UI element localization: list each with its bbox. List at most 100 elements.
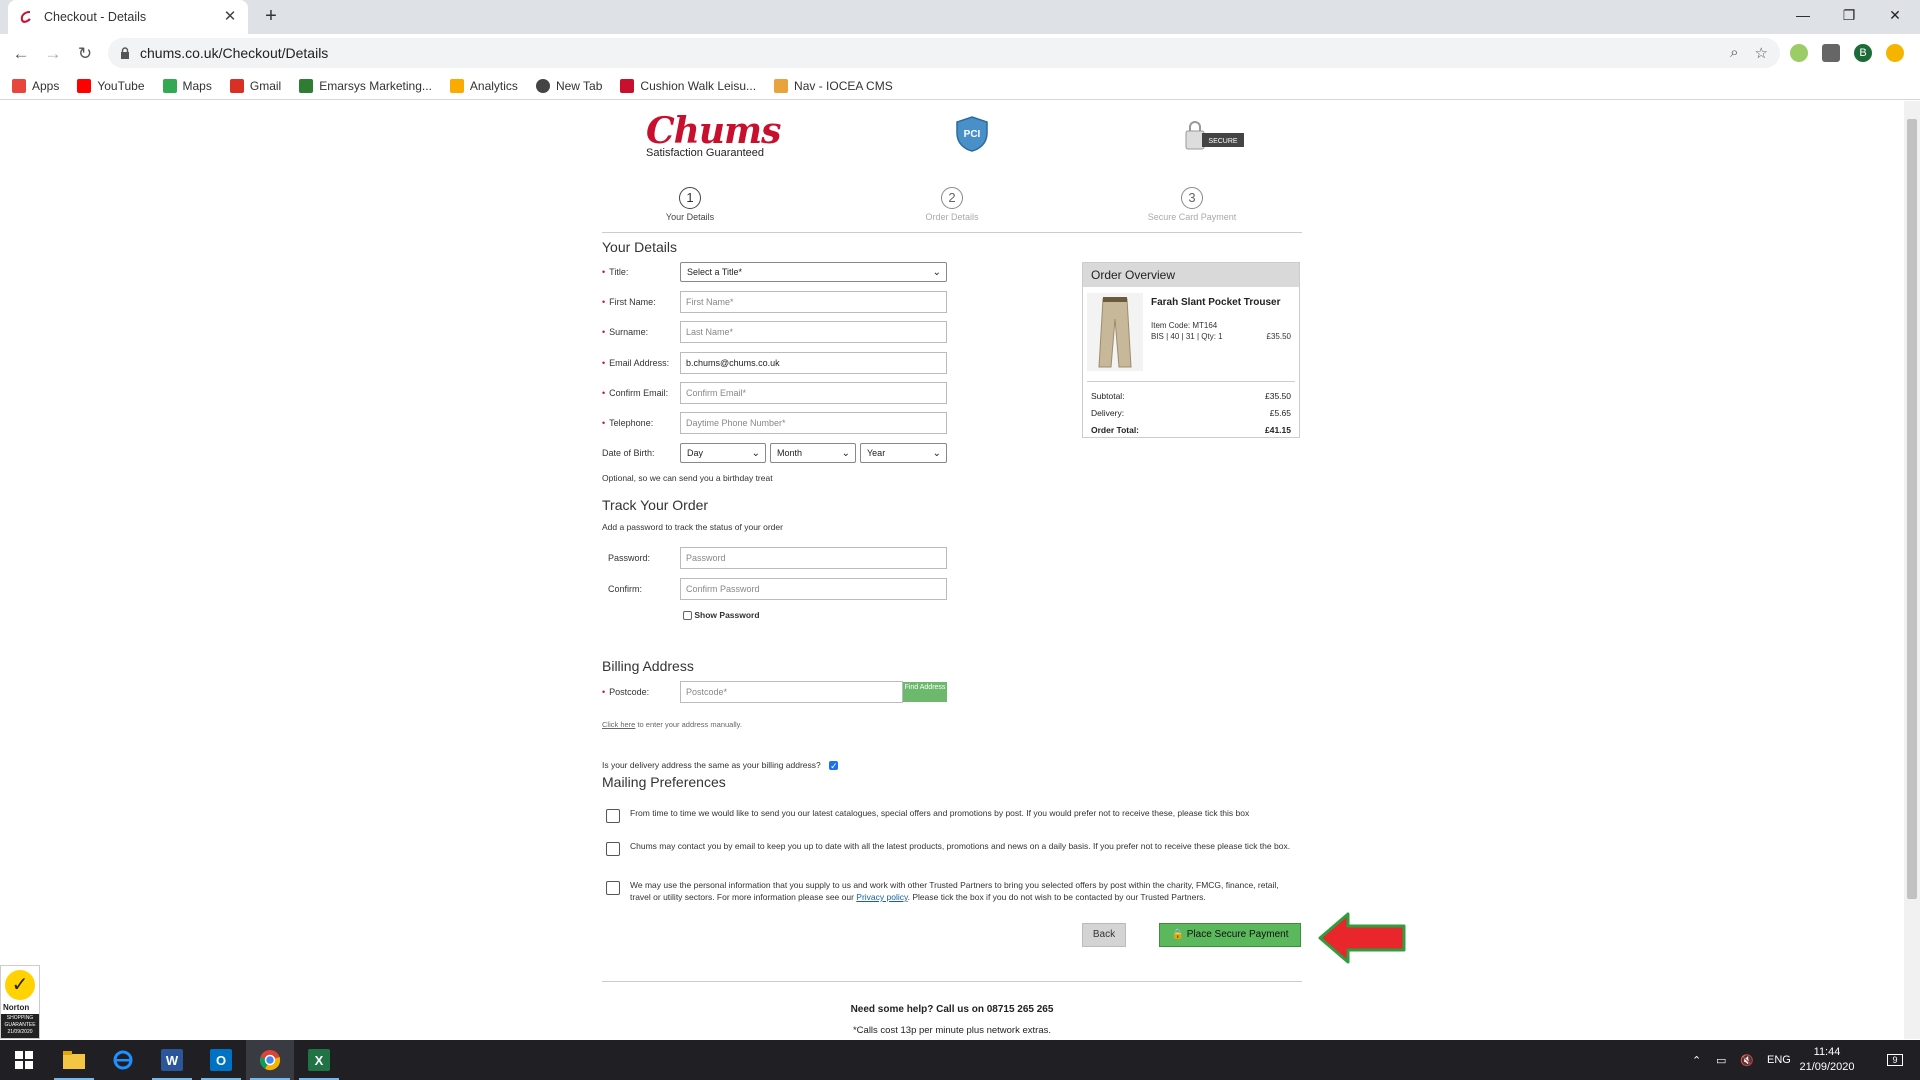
reload-icon[interactable]: ↻ [74,43,96,65]
dob-note: Optional, so we can send you a birthday … [602,473,773,483]
bookmark-apps[interactable]: Apps [12,78,59,93]
pref-post-checkbox[interactable] [606,809,620,823]
scrollbar-thumb[interactable] [1907,119,1917,899]
mailing-pref-post: From time to time we would like to send … [602,807,1302,823]
postcode-row: • Postcode: Postcode* Find Address [602,681,962,703]
step-number: 2 [941,187,963,209]
zoom-icon[interactable]: ⌕ [1730,44,1738,62]
pref-email-checkbox[interactable] [606,842,620,856]
back-arrow-icon[interactable]: ← [10,43,32,65]
dob-month-select[interactable]: Month ⌄ [770,443,856,463]
norton-date: 21/09/2020 [7,1029,33,1035]
nav-icon [774,78,789,93]
help-phone-text: Need some help? Call us on 08715 265 265 [850,1004,1054,1015]
taskbar-clock[interactable]: 11:44 21/09/2020 [1792,1045,1862,1075]
first-name-label: • First Name: [602,297,680,307]
step-order-details: 2 Order Details [892,187,1012,222]
tray-chevron-up-icon[interactable]: ⌃ [1692,1040,1701,1080]
globe-icon [535,78,550,93]
telephone-label: • Telephone: [602,418,680,428]
address-bar[interactable]: chums.co.uk/Checkout/Details ⌕ ☆ [108,38,1780,68]
secure-text: SECURE [1208,138,1238,145]
norton-name: Norton [3,1003,30,1012]
active-tab[interactable]: Checkout - Details ✕ [8,0,248,34]
update-alert-icon[interactable] [1886,44,1904,62]
surname-input[interactable]: Last Name* [680,321,947,343]
same-delivery-checkbox[interactable]: ✓ [829,761,839,771]
page-content: Chums Satisfaction Guaranteed PCI SECURE… [0,101,1904,1039]
place-secure-payment-button[interactable]: 🔒 Place Secure Payment [1159,923,1301,947]
postcode-input[interactable]: Postcode* [680,681,903,703]
title-select[interactable]: Select a Title* ⌄ [680,262,947,282]
network-icon[interactable]: ▭ [1716,1040,1726,1080]
notification-count: 9 [1887,1054,1903,1066]
pref-partners-checkbox[interactable] [606,881,620,895]
file-explorer-icon[interactable] [50,1040,98,1080]
bookmark-maps[interactable]: Maps [162,78,212,93]
volume-muted-icon[interactable]: 🔇 [1740,1040,1754,1080]
extension-icon[interactable] [1790,44,1808,62]
bookmark-star-icon[interactable]: ☆ [1755,44,1768,62]
internet-explorer-icon[interactable] [99,1040,147,1080]
show-password-checkbox[interactable] [683,611,692,621]
bookmark-new-tab[interactable]: New Tab [535,78,602,93]
forward-arrow-icon[interactable]: → [42,43,64,65]
find-address-button[interactable]: Find Address [903,682,947,702]
language-indicator[interactable]: ENG [1767,1040,1791,1080]
manual-note-text: to enter your address manually. [637,720,742,729]
item-spec: BIS | 40 | 31 | Qty: 1 [1151,332,1223,341]
puzzle-extensions-icon[interactable] [1822,44,1840,62]
click-here-link[interactable]: Click here [602,720,635,729]
password-row: Password: Password [602,547,962,569]
norton-band: SHOPPING GUARANTEE 21/09/2020 [1,1014,39,1038]
select-value: Day [687,448,704,458]
telephone-input[interactable]: Daytime Phone Number* [680,412,947,434]
word-icon[interactable]: W [148,1040,196,1080]
privacy-policy-link[interactable]: Privacy policy [856,892,907,902]
lock-icon [121,47,129,59]
excel-icon[interactable]: X [295,1040,343,1080]
confirm-password-input[interactable]: Confirm Password [680,578,947,600]
required-marker: • [602,418,606,428]
bookmark-cushion-walk[interactable]: Cushion Walk Leisu... [620,78,756,93]
url-text: chums.co.uk/Checkout/Details [140,45,329,61]
back-button[interactable]: Back [1082,923,1126,947]
password-input[interactable]: Password [680,547,947,569]
dob-year-select[interactable]: Year ⌄ [860,443,947,463]
confirm-email-input[interactable]: Confirm Email* [680,382,947,404]
pci-shield-icon: PCI [956,116,988,152]
dob-day-select[interactable]: Day ⌄ [680,443,766,463]
show-password-row[interactable]: Show Password [683,610,760,621]
youtube-icon [77,78,92,93]
notification-center-icon[interactable]: 9 [1880,1040,1910,1080]
email-input[interactable]: b.chums@chums.co.uk [680,352,947,374]
bookmark-gmail[interactable]: Gmail [229,78,281,93]
confirm-email-row: • Confirm Email: Confirm Email* [602,382,962,404]
bookmark-emarsys[interactable]: Emarsys Marketing... [299,78,432,93]
required-marker: • [602,267,606,277]
track-order-heading: Track Your Order [602,497,709,513]
close-window-button[interactable]: ✕ [1872,0,1918,30]
restore-button[interactable]: ❐ [1826,0,1872,30]
delivery-row: Delivery: £5.65 [1091,408,1291,418]
outlook-icon[interactable]: O [197,1040,245,1080]
new-tab-button[interactable]: + [260,6,282,28]
manual-address-note: Click here to enter your address manuall… [602,720,742,729]
bookmark-nav-iocea[interactable]: Nav - IOCEA CMS [774,78,893,93]
page-scrollbar[interactable] [1904,101,1920,1039]
bookmark-analytics[interactable]: Analytics [449,78,518,93]
chums-logo[interactable]: Chums Satisfaction Guaranteed [646,113,781,159]
chrome-icon[interactable] [246,1040,294,1080]
minimize-button[interactable]: — [1780,0,1826,30]
step-number: 3 [1181,187,1203,209]
windows-start-icon[interactable] [0,1040,48,1080]
title-label: • Title: [602,267,680,277]
first-name-input[interactable]: First Name* [680,291,947,313]
norton-badge[interactable]: ✓ Norton SHOPPING GUARANTEE 21/09/2020 [0,965,40,1039]
product-name[interactable]: Farah Slant Pocket Trouser [1151,297,1281,308]
bookmark-youtube[interactable]: YouTube [77,78,145,93]
profile-avatar[interactable]: B [1854,44,1872,62]
close-tab-icon[interactable]: ✕ [222,9,238,25]
pref-post-text: From time to time we would like to send … [630,808,1250,818]
trouser-product-image[interactable] [1087,293,1143,371]
